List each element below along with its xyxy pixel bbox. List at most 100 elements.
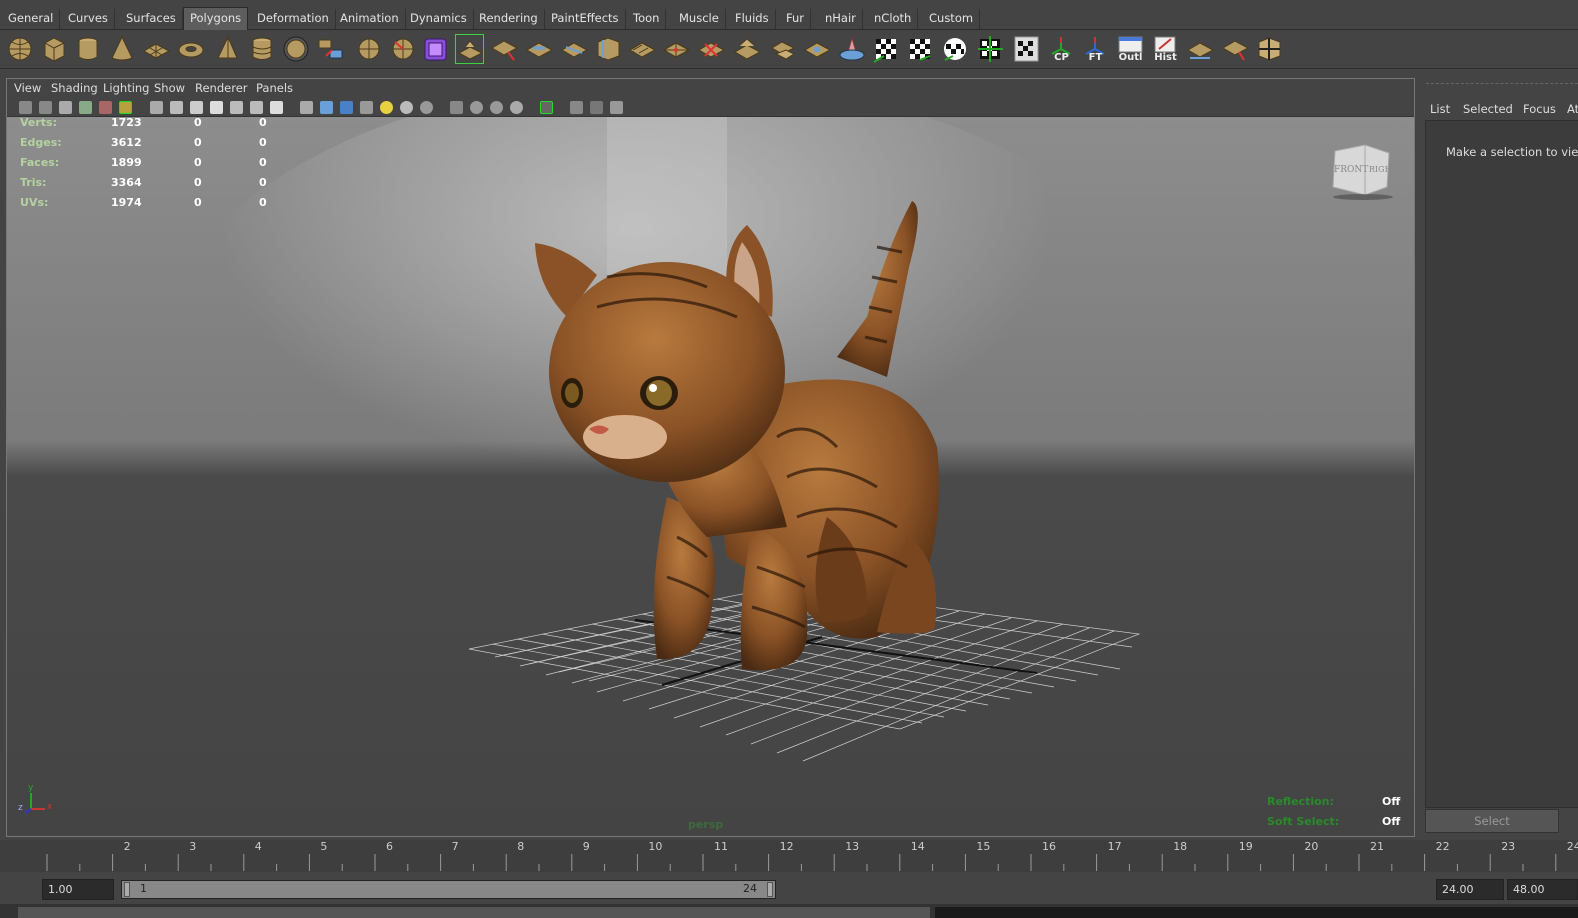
menu-renderer[interactable]: Renderer [195,81,248,95]
textured-icon[interactable] [360,101,373,114]
shadows-icon[interactable] [400,101,413,114]
menu-attributes[interactable]: Attributes [1567,102,1578,116]
shelf-tab-painteffects[interactable]: PaintEffects [545,9,626,29]
shelf-tab-custom[interactable]: Custom [923,9,981,29]
menu-show[interactable]: Show [154,81,185,95]
shelf-tab-polygons[interactable]: Polygons [183,7,249,30]
field-chart-icon[interactable] [210,101,223,114]
poly-cone-icon[interactable] [108,34,137,64]
poly-sphere-icon[interactable] [6,34,35,64]
uv-map-planar-icon[interactable] [872,34,901,64]
bridge-icon[interactable] [490,34,519,64]
uv-map-automatic-icon[interactable] [976,34,1005,64]
xray-icon[interactable] [470,101,483,114]
shelf-tab-rendering[interactable]: Rendering [473,9,545,29]
smooth-shade-icon[interactable] [320,101,333,114]
shelf-tab-muscle[interactable]: Muscle [673,9,726,29]
wireframe-on-shaded-icon[interactable] [340,101,353,114]
playback-range-bar[interactable]: 1 24 [121,880,776,899]
split-polygon-icon[interactable] [560,34,589,64]
end-playback-field[interactable]: 48.00 [1507,879,1578,900]
extract-face-icon[interactable] [769,34,798,64]
uv-map-spherical-icon[interactable] [941,34,970,64]
use-all-lights-icon[interactable] [380,101,393,114]
film-gate-icon[interactable] [119,101,132,114]
command-line[interactable] [18,907,930,918]
menu-focus[interactable]: Focus [1523,102,1556,116]
poly-pyramid-icon[interactable] [213,34,242,64]
gate-mask-icon[interactable] [190,101,203,114]
create-cp-icon[interactable]: CP [1047,34,1076,64]
extrude-icon[interactable] [455,34,484,64]
wedge-face-icon[interactable] [697,34,726,64]
menu-view[interactable]: View [14,81,41,95]
uv-texture-editor-icon[interactable] [1012,34,1041,64]
shelf-tab-toon[interactable]: Toon [627,9,667,29]
menu-shading[interactable]: Shading [51,81,98,95]
range-end-handle[interactable] [767,882,773,897]
shelf-tab-dynamics[interactable]: Dynamics [404,9,474,29]
start-time-field[interactable]: 1.00 [42,879,114,900]
viewcube-front-label[interactable]: FRONT [1334,165,1368,175]
panel-drag-handle[interactable] [1426,83,1578,86]
select-highlight-icon[interactable] [540,101,553,114]
wireframe-icon[interactable] [150,101,163,114]
wireframe-mode-icon[interactable] [300,101,313,114]
xray-joints-icon[interactable] [490,101,503,114]
freeze-transform-icon[interactable]: FT [1081,34,1110,64]
smooth-icon[interactable] [421,34,450,64]
grid-toggle-icon[interactable] [99,101,112,114]
fill-hole-icon[interactable] [1221,34,1250,64]
merge-icon[interactable] [803,34,832,64]
poly-plane-icon[interactable] [142,34,171,64]
outliner-icon[interactable]: Outl [1116,34,1145,64]
camera-attributes-icon[interactable] [39,101,52,114]
end-time-field[interactable]: 24.00 [1436,879,1504,900]
shelf-tab-surfaces[interactable]: Surfaces [120,9,183,29]
shelf-tab-animation[interactable]: Animation [334,9,406,29]
uv-map-cylindrical-icon[interactable] [906,34,935,64]
insert-edge-loop-icon[interactable] [594,34,623,64]
isolate-select-icon[interactable] [450,101,463,114]
select-camera-icon[interactable] [19,101,32,114]
time-slider[interactable]: 2 3 4 5 6 7 8 9 10 11 12 13 14 15 16 17 18 19 20 21 22 23 24 [0,840,1578,872]
poke-face-icon[interactable] [662,34,691,64]
poly-pipe-icon[interactable] [248,34,277,64]
append-polygon-icon[interactable] [525,34,554,64]
resolution-gate-icon[interactable] [170,101,183,114]
range-start-handle[interactable] [124,882,130,897]
mirror-geometry-icon[interactable] [1186,34,1215,64]
shelf-tab-general[interactable]: General [2,9,61,29]
menu-panels[interactable]: Panels [256,81,293,95]
menu-selected[interactable]: Selected [1463,102,1513,116]
collapse-icon[interactable] [838,34,867,64]
shelf-tab-nhair[interactable]: nHair [819,9,863,29]
extract-icon[interactable] [389,34,418,64]
menu-list[interactable]: List [1430,102,1450,116]
safe-action-icon[interactable] [230,101,243,114]
perspective-viewport[interactable]: View Shading Lighting Show Renderer Pane… [6,78,1415,837]
menu-lighting[interactable]: Lighting [103,81,149,95]
crease-tool-icon[interactable] [1255,34,1284,64]
offset-edge-loop-icon[interactable] [628,34,657,64]
select-button[interactable]: Select [1425,809,1559,833]
xray-components-icon[interactable] [510,101,523,114]
shelf-tab-fur[interactable]: Fur [780,9,812,29]
hypershade-link-icon[interactable] [610,101,623,114]
shelf-tab-deformation[interactable]: Deformation [251,9,336,29]
shelf-tab-fluids[interactable]: Fluids [729,9,776,29]
safe-title-icon[interactable] [250,101,263,114]
lighting-default-icon[interactable] [420,101,433,114]
bookmarks-icon[interactable] [59,101,72,114]
view-cube[interactable]: FRONT RIGHT [1329,143,1397,201]
separate-icon[interactable] [355,34,384,64]
shelf-tab-curves[interactable]: Curves [62,9,115,29]
four-view-icon[interactable] [590,101,603,114]
poly-cube-icon[interactable] [40,34,69,64]
text-hud-icon[interactable] [270,101,283,114]
poly-torus-icon[interactable] [177,34,206,64]
delete-history-icon[interactable]: Hist [1151,34,1180,64]
single-view-icon[interactable] [570,101,583,114]
combine-icon[interactable] [316,34,345,64]
shelf-tab-ncloth[interactable]: nCloth [868,9,919,29]
